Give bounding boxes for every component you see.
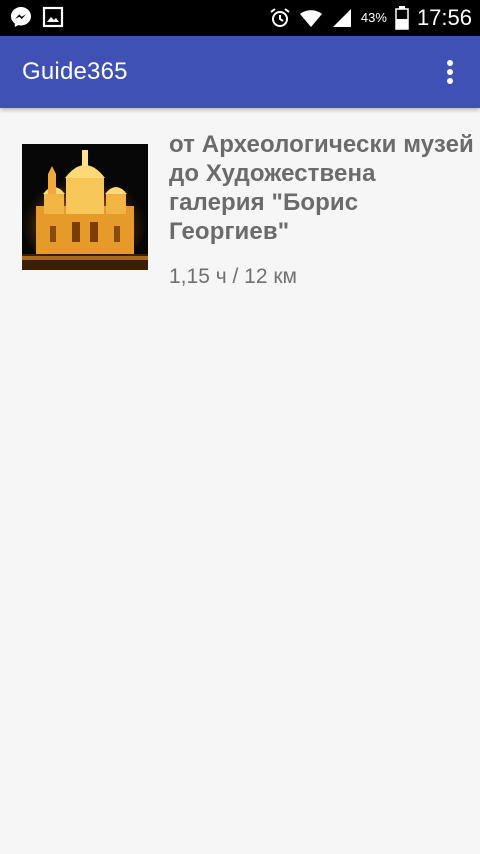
route-thumbnail	[22, 144, 148, 270]
status-time: 17:56	[416, 5, 472, 30]
list-item[interactable]: от Археологически музей до Художествена …	[0, 108, 480, 298]
status-bar: 43% 17:56	[0, 0, 480, 36]
image-notification-icon	[42, 6, 64, 28]
alarm-icon	[269, 7, 291, 29]
messenger-icon	[10, 6, 32, 28]
app-bar: Guide365	[0, 36, 480, 108]
route-duration-distance: 1,15 ч / 12 км	[169, 265, 297, 288]
battery-icon	[395, 6, 409, 30]
signal-icon	[331, 7, 353, 29]
app-title: Guide365	[22, 58, 128, 85]
overflow-menu-icon[interactable]	[438, 56, 462, 88]
route-title: от Археологически музей до Художествена …	[169, 131, 474, 245]
route-list: от Археологически музей до Художествена …	[0, 108, 480, 298]
wifi-icon	[299, 7, 323, 29]
battery-percent: 43%	[360, 10, 387, 25]
